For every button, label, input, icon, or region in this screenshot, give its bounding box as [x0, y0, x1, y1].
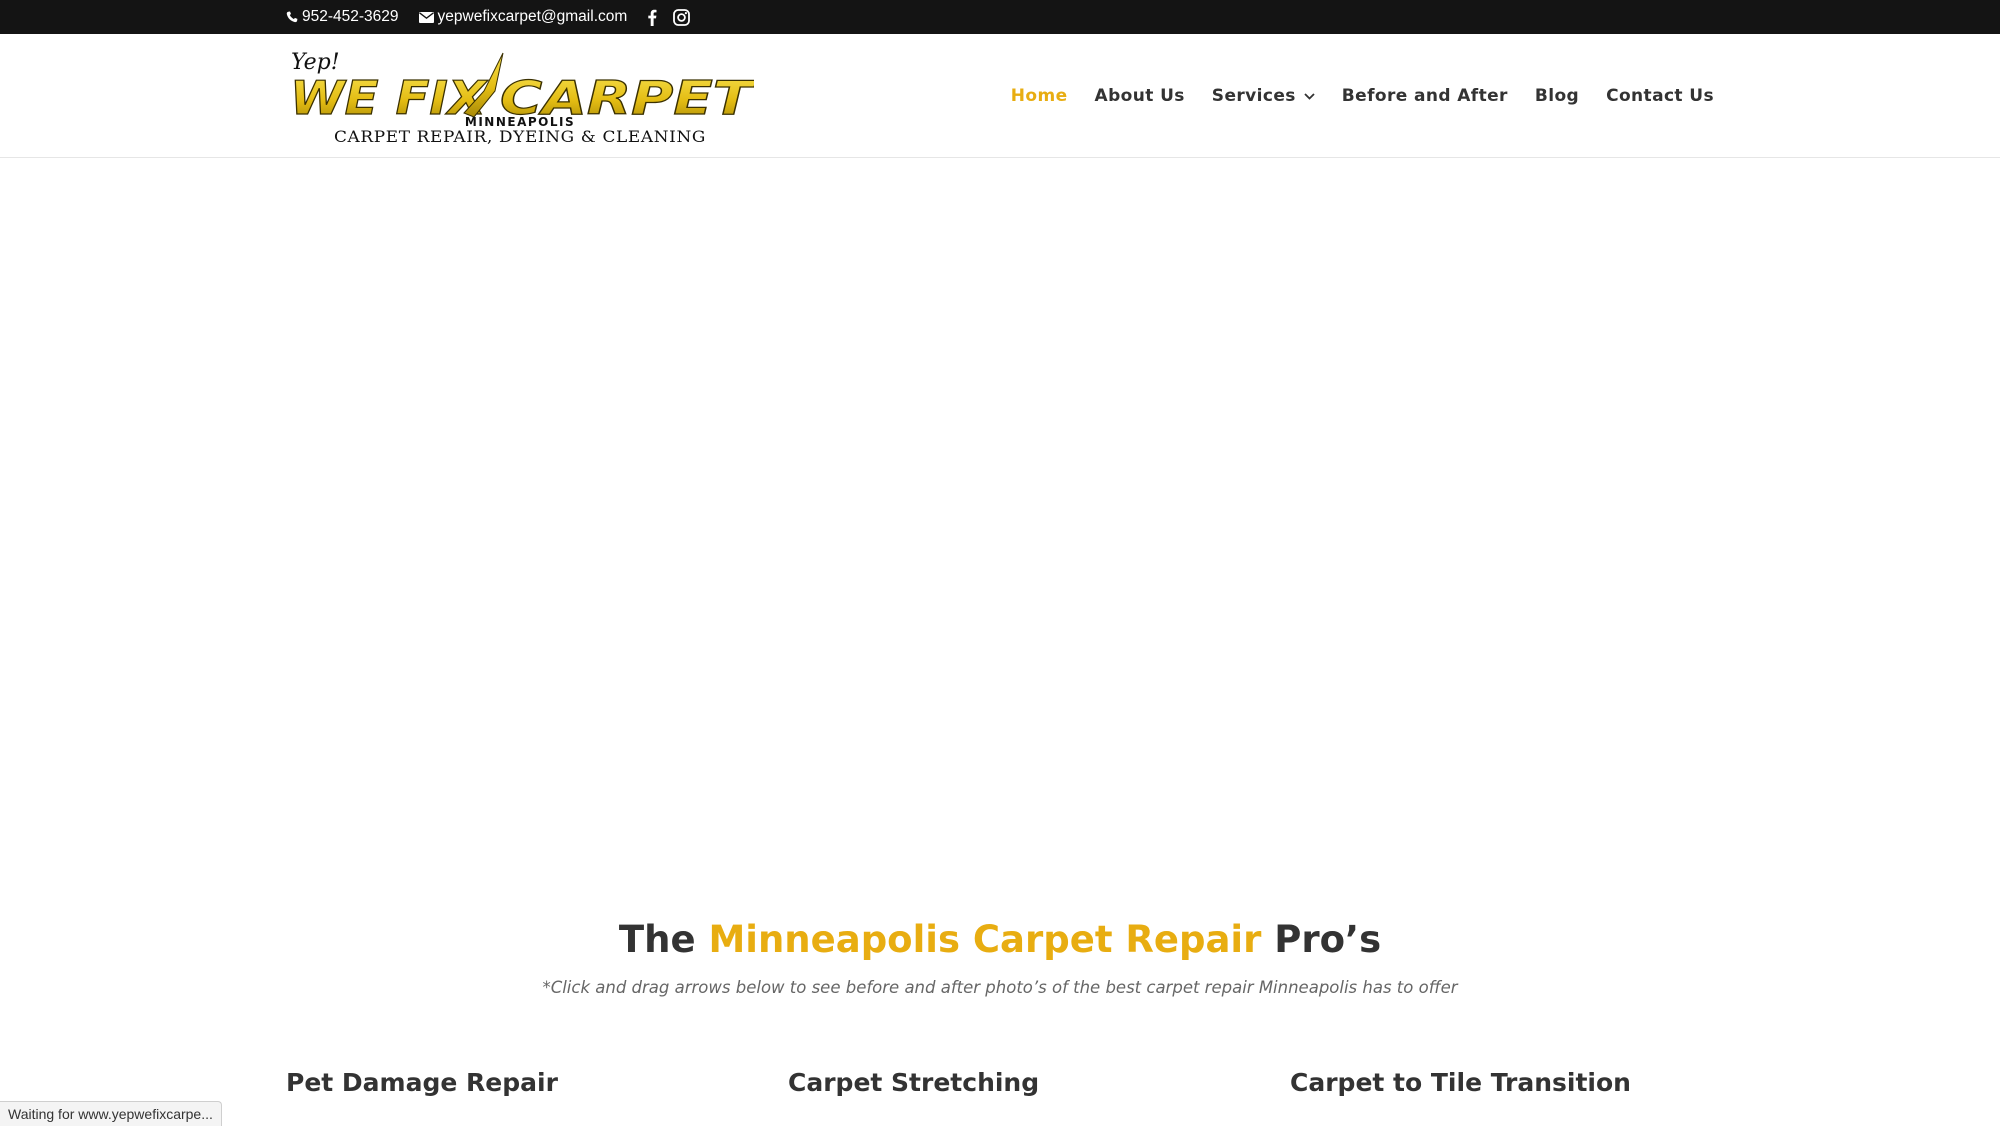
instagram-icon[interactable] — [673, 8, 691, 26]
nav-item-label: About Us — [1094, 86, 1185, 106]
page-title: The Minneapolis Carpet Repair Pro’s — [0, 918, 2000, 961]
facebook-icon[interactable] — [647, 9, 657, 26]
nav-item-home[interactable]: Home — [1011, 86, 1068, 106]
phone-number: 952-452-3629 — [302, 8, 399, 25]
chevron-down-icon — [1304, 92, 1315, 100]
nav-item-label: Home — [1010, 86, 1068, 106]
nav-item-about-us[interactable]: About Us — [1095, 86, 1185, 106]
top-bar: 952-452-3629 yepwefixcarpet@gmail.com — [0, 0, 2000, 34]
phone-link[interactable]: 952-452-3629 — [286, 8, 399, 26]
title-prefix: The — [618, 918, 696, 961]
service-heading-carpet-to-tile-transition: Carpet to Tile Transition — [1290, 1068, 1631, 1097]
title-suffix: Pro’s — [1274, 918, 1382, 961]
browser-status-bar: Waiting for www.yepwefixcarpe... — [0, 1101, 222, 1126]
service-heading-pet-damage-repair: Pet Damage Repair — [286, 1068, 558, 1097]
nav-item-label: Services — [1211, 86, 1296, 106]
svg-text:WE FIX: WE FIX — [290, 71, 489, 125]
nav-item-label: Blog — [1534, 86, 1580, 106]
hero-slider-area — [0, 158, 2000, 908]
nav-item-before-and-after[interactable]: Before and After — [1342, 86, 1508, 106]
site-logo[interactable]: Yep! WE FIX CARPET MINNEAPOLIS CARPET RE… — [288, 45, 754, 145]
page-subtitle: *Click and drag arrows below to see befo… — [542, 978, 1458, 997]
nav-item-label: Contact Us — [1606, 86, 1714, 106]
service-heading-carpet-stretching: Carpet Stretching — [788, 1068, 1040, 1097]
nav-item-blog[interactable]: Blog — [1535, 86, 1579, 106]
email-link[interactable]: yepwefixcarpet@gmail.com — [418, 8, 628, 26]
envelope-icon — [418, 11, 434, 23]
social-links — [647, 8, 691, 26]
email-address: yepwefixcarpet@gmail.com — [437, 8, 628, 25]
nav-item-label: Before and After — [1341, 86, 1508, 106]
svg-text:MINNEAPOLIS: MINNEAPOLIS — [465, 115, 575, 129]
nav-item-services[interactable]: Services — [1212, 86, 1315, 106]
top-bar-contact: 952-452-3629 yepwefixcarpet@gmail.com — [286, 0, 691, 34]
svg-text:CARPET REPAIR, DYEING & CLEANI: CARPET REPAIR, DYEING & CLEANING — [334, 128, 706, 145]
phone-icon — [286, 11, 298, 23]
title-highlight: Minneapolis Carpet Repair — [708, 918, 1262, 961]
main-nav: Home About Us Services Before and After … — [1011, 34, 1714, 158]
nav-item-contact-us[interactable]: Contact Us — [1606, 86, 1714, 106]
site-header: Yep! WE FIX CARPET MINNEAPOLIS CARPET RE… — [0, 34, 2000, 158]
